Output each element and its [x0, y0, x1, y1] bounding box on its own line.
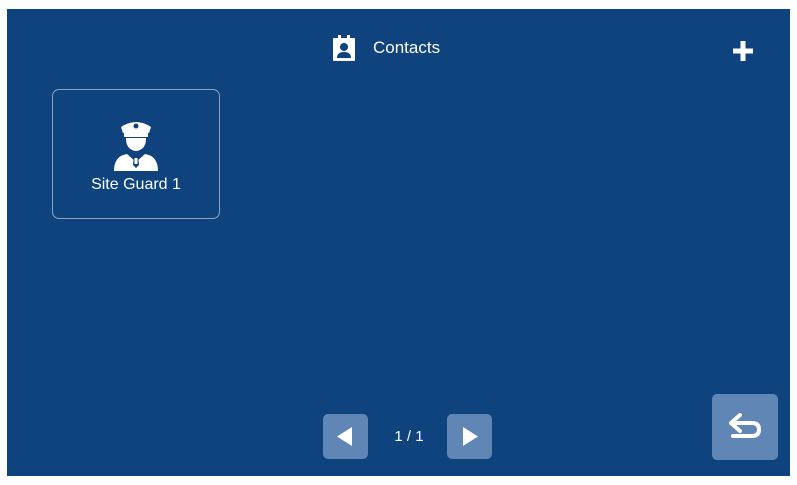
page-title-group: Contacts [333, 35, 440, 61]
contact-card[interactable]: Site Guard 1 [52, 89, 220, 219]
back-button[interactable] [712, 394, 778, 460]
page-indicator: 1 / 1 [394, 428, 424, 445]
previous-page-button[interactable] [323, 414, 368, 459]
contact-name: Site Guard 1 [91, 176, 181, 193]
next-page-button[interactable] [447, 414, 492, 459]
security-guard-icon [114, 122, 158, 171]
plus-icon [733, 41, 753, 61]
contacts-screen: Contacts Site Guard 1 1 / 1 [7, 9, 790, 476]
triangle-left-icon [337, 427, 352, 446]
page-title: Contacts [373, 38, 441, 57]
triangle-right-icon [463, 427, 478, 446]
add-contact-button[interactable] [729, 37, 757, 65]
return-arrow-icon [729, 413, 762, 438]
header: Contacts [7, 33, 790, 63]
contact-book-icon [333, 35, 355, 61]
